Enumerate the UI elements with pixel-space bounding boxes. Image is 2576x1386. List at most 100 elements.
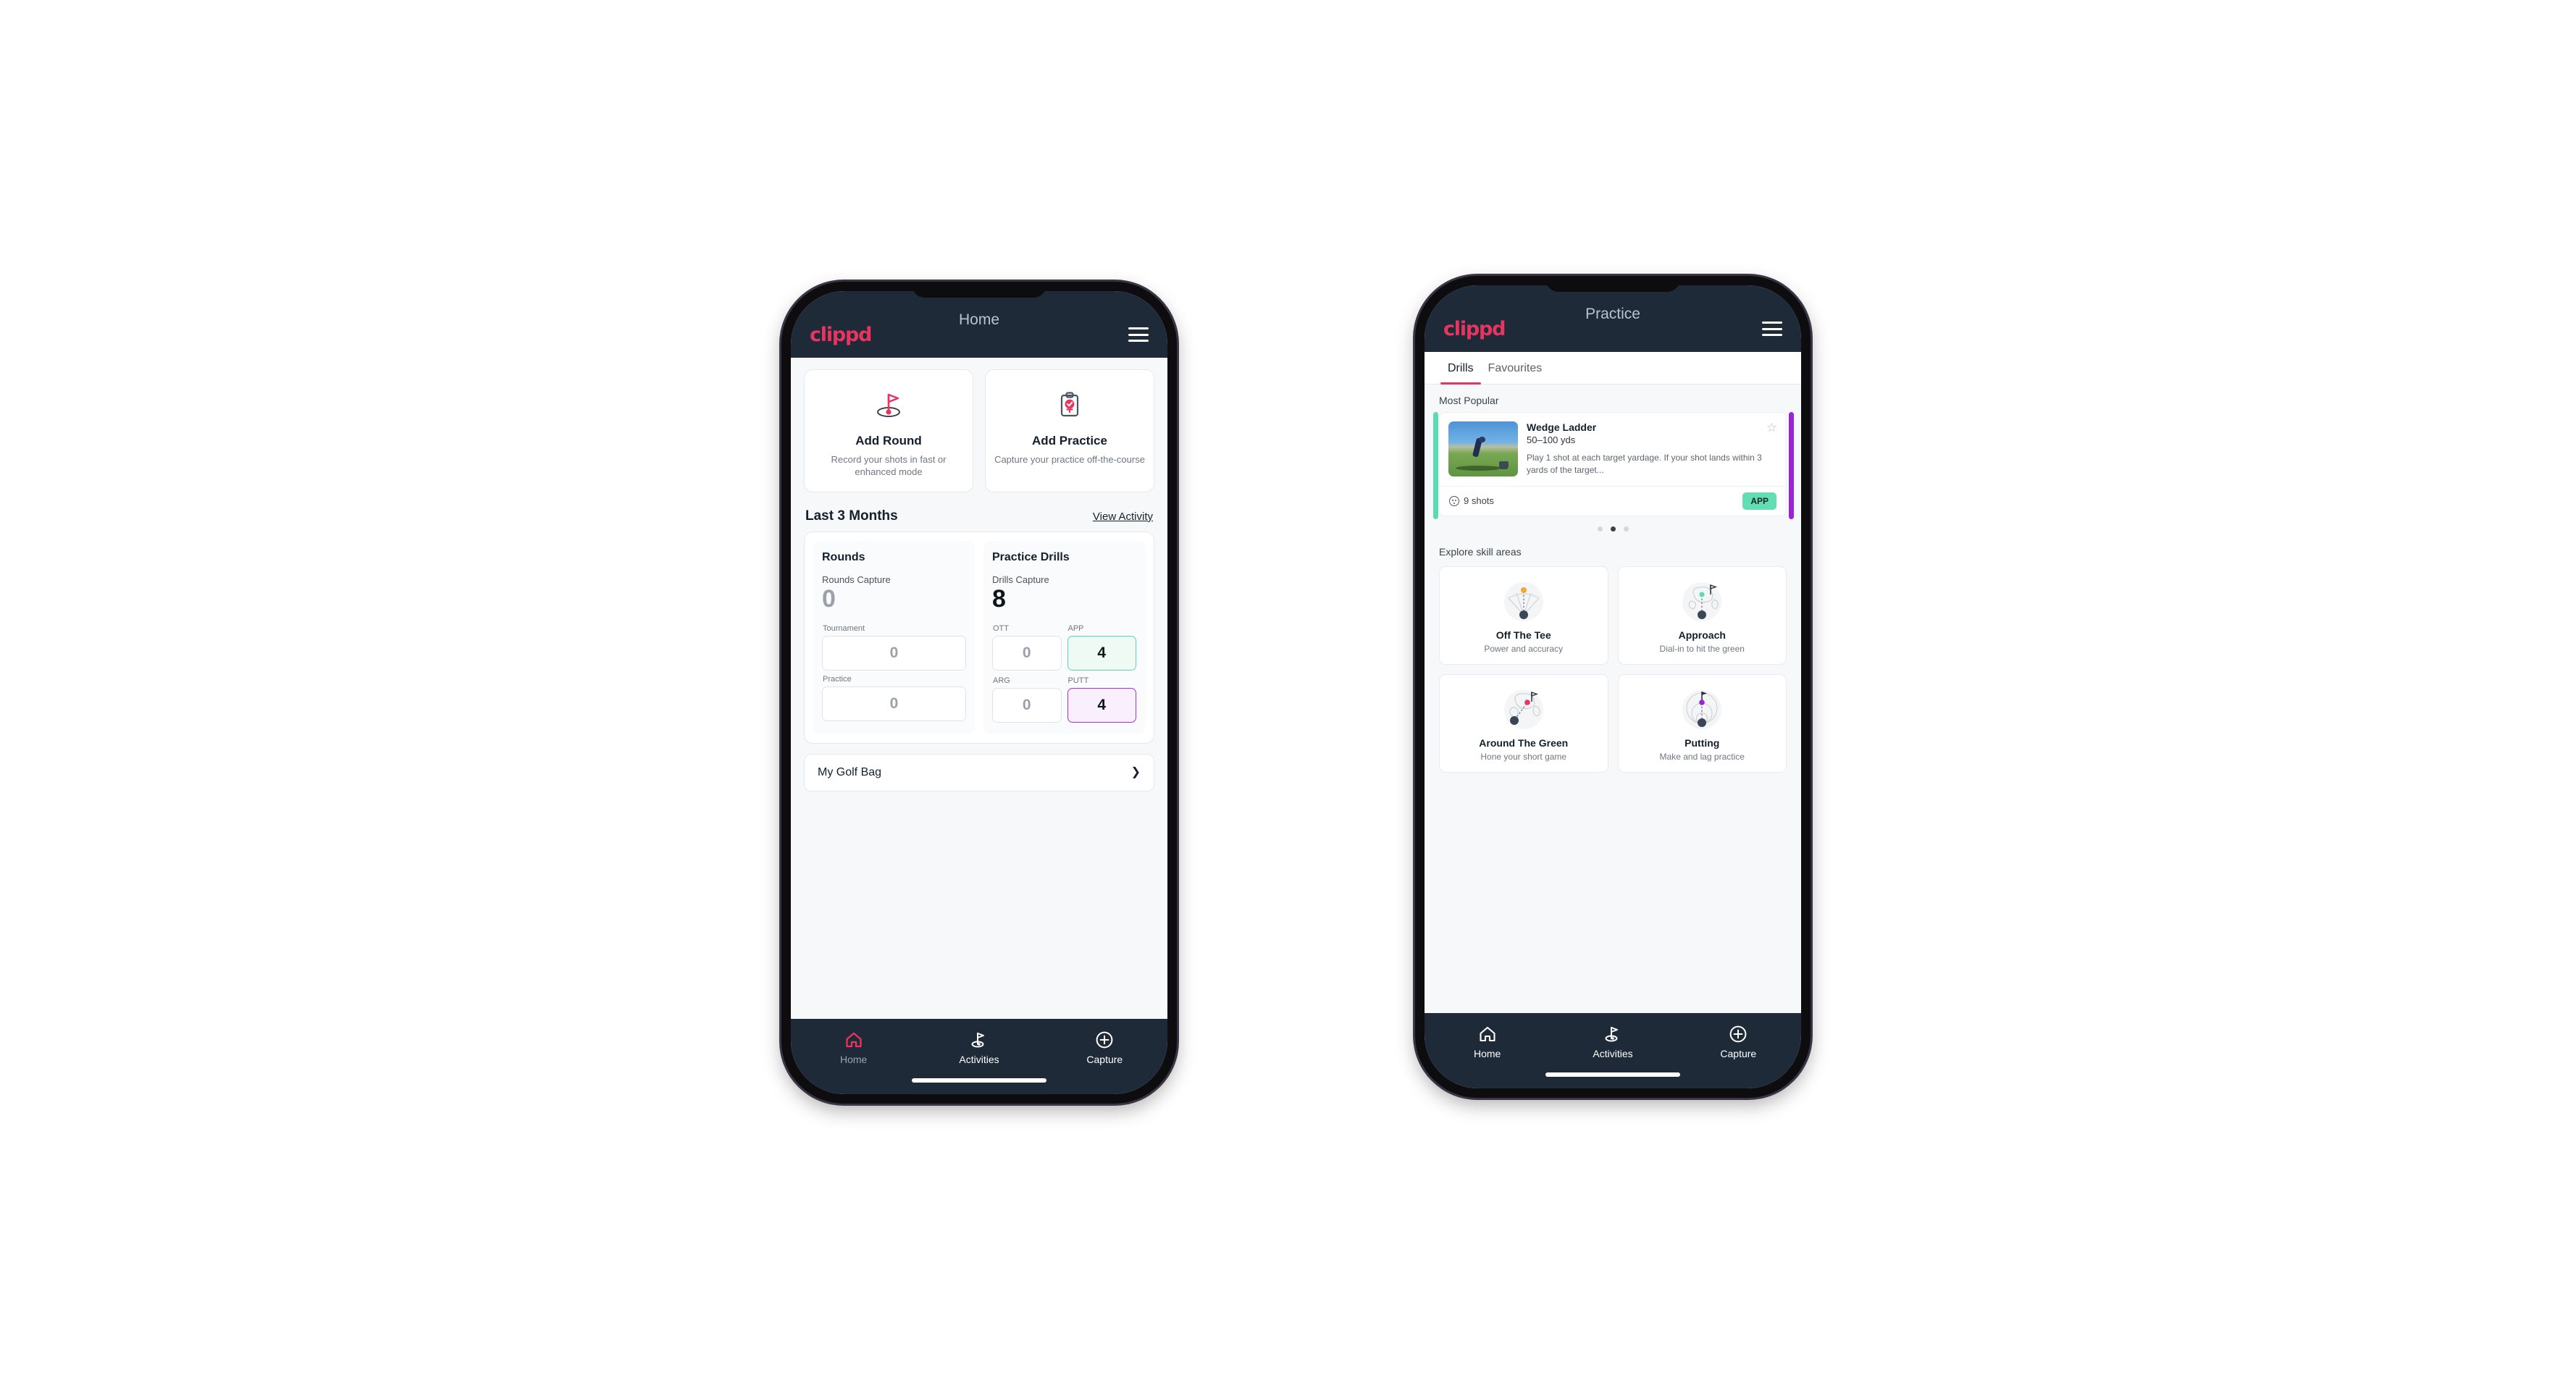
- home-appbar: clippd Home: [791, 291, 1167, 358]
- nav-item-capture[interactable]: Capture: [1042, 1029, 1167, 1065]
- tab-favourites[interactable]: Favourites: [1481, 352, 1550, 384]
- skill-card-around-the-green[interactable]: Around The Green Hone your short game: [1439, 673, 1608, 773]
- nav-label-home: Home: [1473, 1048, 1501, 1059]
- arg-field: ARG 0: [992, 676, 1062, 723]
- golf-ball-icon: [1449, 495, 1459, 506]
- skill-subtitle: Dial-in to hit the green: [1659, 643, 1745, 654]
- ott-label: OTT: [993, 623, 1009, 633]
- section-title: Last 3 Months: [805, 508, 898, 524]
- nav-label-capture: Capture: [1720, 1048, 1757, 1059]
- tee-shot-dispersion-icon: [1446, 576, 1602, 628]
- practice-appbar: clippd Practice: [1425, 285, 1801, 352]
- phone-mockup-home: clippd Home Add Round Record your shots …: [781, 282, 1177, 1104]
- explore-skill-areas-label: Explore skill areas: [1439, 545, 1522, 558]
- skill-name: Around The Green: [1479, 736, 1569, 749]
- view-activity-link[interactable]: View Activity: [1093, 511, 1153, 523]
- tournament-value[interactable]: 0: [822, 635, 966, 671]
- nav-item-capture[interactable]: Capture: [1676, 1023, 1801, 1059]
- add-round-card[interactable]: Add Round Record your shots in fast or e…: [804, 369, 973, 492]
- phone-notch: [1545, 276, 1680, 292]
- nav-item-home[interactable]: Home: [791, 1029, 916, 1065]
- drill-shots: 9 shots: [1449, 495, 1494, 506]
- star-outline-icon[interactable]: ☆: [1766, 421, 1777, 434]
- drills-capture-value: 8: [992, 584, 1006, 613]
- drill-carousel[interactable]: Wedge Ladder 50–100 yds ☆ Play 1 shot at…: [1425, 412, 1801, 536]
- home-screen: clippd Home Add Round Record your shots …: [791, 291, 1167, 1094]
- nav-label-capture: Capture: [1086, 1054, 1123, 1065]
- golf-flag-icon: [1550, 1023, 1675, 1045]
- drill-card-footer: 9 shots APP: [1440, 485, 1786, 516]
- hamburger-menu-icon[interactable]: [1128, 327, 1149, 342]
- drill-thumbnail: [1448, 421, 1518, 476]
- add-round-title: Add Round: [855, 434, 922, 448]
- app-value[interactable]: 4: [1067, 635, 1136, 671]
- drill-shots-label: 9 shots: [1464, 495, 1494, 507]
- page-title: Home: [958, 311, 1000, 328]
- skill-name: Off The Tee: [1495, 629, 1551, 641]
- drills-heading: Practice Drills: [992, 550, 1070, 563]
- golf-flag-hole-icon: [812, 386, 965, 424]
- home-body: Add Round Record your shots in fast or e…: [791, 358, 1167, 1019]
- putting-rings-icon: [1624, 684, 1781, 736]
- drill-description: Play 1 shot at each target yardage. If y…: [1527, 453, 1762, 476]
- tournament-field: Tournament 0: [822, 624, 966, 671]
- plus-circle-icon: [1676, 1023, 1801, 1045]
- drill-info: Wedge Ladder 50–100 yds ☆ Play 1 shot at…: [1527, 421, 1777, 477]
- carousel-dot-active[interactable]: [1610, 526, 1616, 532]
- skill-subtitle: Power and accuracy: [1484, 643, 1564, 654]
- golf-flag-icon: [916, 1029, 1041, 1051]
- carousel-prev-peek[interactable]: [1433, 412, 1438, 519]
- most-popular-label: Most Popular: [1439, 395, 1499, 406]
- add-round-subtitle: Record your shots in fast or enhanced mo…: [831, 454, 947, 478]
- plus-circle-icon: [1042, 1029, 1167, 1051]
- add-practice-card[interactable]: Add Practice Capture your practice off-t…: [985, 369, 1154, 492]
- drill-category-badge: APP: [1742, 492, 1776, 510]
- putt-value[interactable]: 4: [1067, 687, 1136, 723]
- last-3-months-header: Last 3 Months View Activity: [791, 492, 1167, 532]
- nav-label-activities: Activities: [959, 1054, 999, 1065]
- my-golf-bag-row[interactable]: My Golf Bag ❯: [804, 753, 1154, 791]
- page-title: Practice: [1585, 306, 1640, 322]
- skill-card-putting[interactable]: Putting Make and lag practice: [1617, 673, 1787, 773]
- approach-green-icon: [1624, 576, 1781, 628]
- practice-value[interactable]: 0: [822, 686, 966, 721]
- ott-value[interactable]: 0: [992, 635, 1062, 671]
- arg-value[interactable]: 0: [992, 687, 1062, 723]
- add-practice-subtitle: Capture your practice off-the-course: [994, 454, 1145, 465]
- hamburger-menu-icon[interactable]: [1762, 322, 1782, 336]
- carousel-dots: [1425, 516, 1801, 536]
- practice-body: Most Popular Wedge Ladder 50–100 yds ☆ P…: [1425, 385, 1801, 1013]
- tab-drills[interactable]: Drills: [1440, 352, 1481, 385]
- home-icon: [791, 1029, 916, 1051]
- skill-name: Approach: [1678, 629, 1726, 641]
- carousel-next-peek[interactable]: [1789, 412, 1794, 519]
- skill-subtitle: Hone your short game: [1480, 751, 1567, 762]
- arg-label: ARG: [993, 676, 1010, 685]
- quick-actions: Add Round Record your shots in fast or e…: [791, 358, 1167, 492]
- rounds-capture-value: 0: [822, 584, 836, 613]
- skill-card-approach[interactable]: Approach Dial-in to hit the green: [1617, 566, 1787, 665]
- nav-item-home[interactable]: Home: [1425, 1023, 1550, 1059]
- drills-capture-label: Drills Capture: [992, 574, 1049, 585]
- skill-name: Putting: [1685, 736, 1720, 749]
- nav-item-activities[interactable]: Activities: [1550, 1023, 1675, 1059]
- add-practice-title: Add Practice: [1032, 434, 1107, 448]
- app-field: APP 4: [1067, 623, 1136, 671]
- carousel-dot[interactable]: [1597, 526, 1603, 532]
- practice-label: Practice: [823, 674, 852, 684]
- app-label: APP: [1067, 623, 1084, 633]
- my-golf-bag-label: My Golf Bag: [818, 765, 882, 778]
- skill-card-off-the-tee[interactable]: Off The Tee Power and accuracy: [1439, 566, 1608, 665]
- stats-card: Rounds Rounds Capture 0 Tournament 0 Pra…: [804, 531, 1154, 744]
- practice-tabs: Drills Favourites: [1425, 352, 1801, 385]
- drill-card[interactable]: Wedge Ladder 50–100 yds ☆ Play 1 shot at…: [1439, 412, 1787, 516]
- rounds-heading: Rounds: [822, 550, 865, 563]
- home-indicator-bar: [1545, 1072, 1680, 1077]
- putt-label: PUTT: [1067, 676, 1089, 685]
- carousel-dot[interactable]: [1623, 526, 1629, 532]
- chevron-right-icon: ❯: [1130, 765, 1141, 778]
- practice-screen: clippd Practice Drills Favourites Most P…: [1425, 285, 1801, 1088]
- drill-card-top: Wedge Ladder 50–100 yds ☆ Play 1 shot at…: [1440, 413, 1786, 486]
- nav-item-activities[interactable]: Activities: [916, 1029, 1041, 1065]
- skill-areas-grid: Off The Tee Power and accuracy Approach …: [1425, 563, 1801, 773]
